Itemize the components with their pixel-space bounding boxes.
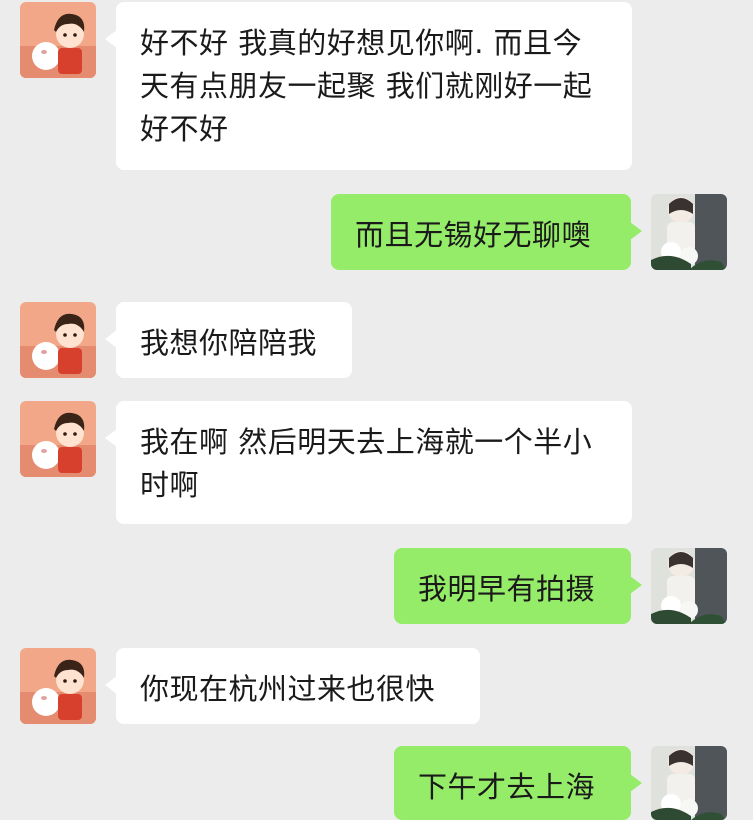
self-avatar[interactable] — [651, 194, 727, 270]
outgoing-message-bubble[interactable]: 下午才去上海 — [394, 746, 642, 820]
photo-avatar-icon — [651, 194, 727, 270]
cartoon-avatar-icon — [20, 2, 96, 78]
self-avatar[interactable] — [651, 548, 727, 624]
self-avatar[interactable] — [651, 746, 727, 820]
incoming-message-bubble[interactable]: 好不好 我真的好想见你啊. 而且今天有点朋友一起聚 我们就刚好一起好不好 — [105, 2, 632, 170]
contact-avatar[interactable] — [20, 2, 96, 78]
incoming-message-bubble[interactable]: 我在啊 然后明天去上海就一个半小时啊 — [105, 401, 632, 524]
cartoon-avatar-icon — [20, 648, 96, 724]
contact-avatar[interactable] — [20, 302, 96, 378]
outgoing-message-bubble[interactable]: 我明早有拍摄 — [394, 548, 642, 624]
cartoon-avatar-icon — [20, 401, 96, 477]
incoming-message-bubble[interactable]: 你现在杭州过来也很快 — [105, 648, 480, 724]
cartoon-avatar-icon — [20, 302, 96, 378]
photo-avatar-icon — [651, 746, 727, 820]
chat-message-list: 好不好 我真的好想见你啊. 而且今天有点朋友一起聚 我们就刚好一起好不好 而且无… — [0, 0, 753, 820]
outgoing-message-bubble[interactable]: 而且无锡好无聊噢 — [331, 194, 642, 270]
photo-avatar-icon — [651, 548, 727, 624]
contact-avatar[interactable] — [20, 648, 96, 724]
incoming-message-bubble[interactable]: 我想你陪陪我 — [105, 302, 352, 378]
contact-avatar[interactable] — [20, 401, 96, 477]
